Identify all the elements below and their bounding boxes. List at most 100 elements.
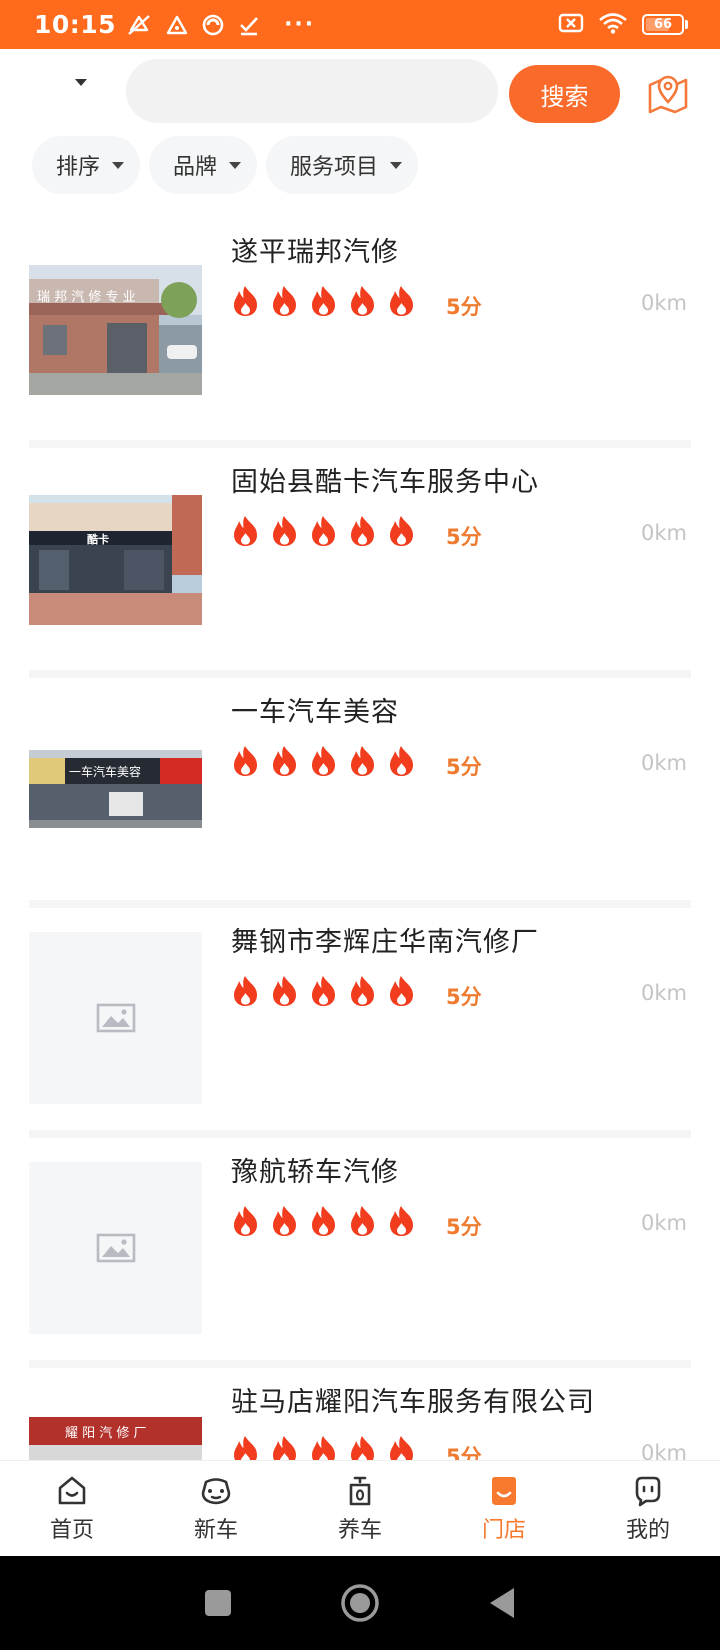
store-icon [487,1474,521,1508]
filter-label: 服务项目 [290,155,379,180]
flame-icon [309,745,338,777]
shop-distance: 0km [641,1441,687,1460]
shop-distance: 0km [641,981,687,1005]
back-button[interactable] [487,1586,517,1620]
flame-icon [387,515,416,547]
filter-bar: 排序 品牌 服务项目 [32,136,419,194]
sync-icon [202,14,224,36]
image-placeholder [29,932,202,1104]
shop-distance: 0km [641,1211,687,1235]
nav-home[interactable]: 首页 [0,1461,144,1556]
shop-distance: 0km [641,291,687,315]
shop-score: 5分 [446,1215,482,1239]
image-placeholder-icon [96,1233,135,1263]
rating-flames [231,285,416,317]
nav-label: 门店 [481,1517,526,1543]
shop-photo-sign: 耀 阳 汽 修 厂 [65,1426,147,1441]
shop-score: 5分 [446,295,482,319]
nav-new-car[interactable]: 新车 [144,1461,288,1556]
bottom-nav: 首页 新车 养车 门店 我的 [0,1461,720,1556]
profile-icon [631,1474,665,1508]
recent-apps-button[interactable] [203,1588,233,1618]
caret-down-icon [112,161,125,169]
divider [29,670,691,678]
flame-icon [387,1205,416,1237]
nav-store[interactable]: 门店 [432,1461,576,1556]
map-location-icon[interactable] [646,71,690,115]
flame-icon [270,285,299,317]
search-button[interactable]: 搜索 [509,65,620,123]
divider [29,440,691,448]
nav-label: 养车 [337,1517,382,1543]
rating-flames [231,1205,416,1237]
rating-flames [231,975,416,1007]
search-input[interactable] [126,59,498,123]
flame-icon [270,745,299,777]
shop-item[interactable]: 酷卡 固始县酷卡汽车服务中心 5分 0km [0,460,720,690]
flame-icon [348,745,377,777]
home-button[interactable] [340,1583,380,1623]
shop-name: 驻马店耀阳汽车服务有限公司 [231,1387,595,1418]
shop-name: 固始县酷卡汽车服务中心 [231,467,539,498]
shop-item[interactable]: 舞钢市李辉庄华南汽修厂 5分 0km [0,920,720,1150]
system-nav-bar [0,1556,720,1650]
mute-icon [126,14,152,36]
no-sim-icon [558,12,584,38]
image-placeholder [29,1162,202,1334]
home-icon [55,1474,89,1508]
flame-icon [231,285,260,317]
filter-sort[interactable]: 排序 [32,136,141,194]
filter-label: 品牌 [173,155,218,180]
nav-profile[interactable]: 我的 [576,1461,720,1556]
status-system-icons: 66 [558,12,688,38]
flame-icon [348,975,377,1007]
shop-item[interactable]: 一车汽车美容 一车汽车美容 5分 0km [0,690,720,920]
rating-flames [231,1435,416,1460]
nav-car-care[interactable]: 养车 [288,1461,432,1556]
flame-icon [387,285,416,317]
flame-icon [348,515,377,547]
more-notifications: ··· [284,12,316,37]
nav-label: 首页 [49,1517,94,1543]
nav-label: 我的 [625,1517,670,1543]
filter-label: 排序 [56,155,101,180]
divider [29,1360,691,1368]
battery-level: 66 [653,17,673,32]
flame-icon [231,975,260,1007]
search-bar: 搜索 [0,49,720,135]
city-dropdown-caret-icon[interactable] [75,79,87,86]
flame-icon [270,515,299,547]
shop-item[interactable]: 耀 阳 汽 修 厂 驻马店耀阳汽车服务有限公司 5分 0km [0,1380,720,1460]
flame-icon [309,975,338,1007]
shop-list: 瑞 邦 汽 修 专 业 遂平瑞邦汽修 5分 0km 酷卡 固始县酷卡汽车服务中心… [0,230,720,1460]
nav-label: 新车 [193,1517,238,1543]
flame-icon [387,745,416,777]
shop-name: 一车汽车美容 [231,697,399,728]
shop-item[interactable]: 瑞 邦 汽 修 专 业 遂平瑞邦汽修 5分 0km [0,230,720,460]
status-notification-icons: ··· [126,12,315,37]
shop-score: 5分 [446,1445,482,1460]
shop-photo: 耀 阳 汽 修 厂 [29,1417,202,1460]
flame-icon [231,515,260,547]
flame-icon [231,1435,260,1460]
flame-icon [309,1205,338,1237]
car-care-icon [343,1474,377,1508]
shop-photo: 酷卡 [29,495,202,625]
shop-name: 豫航轿车汽修 [231,1157,399,1188]
flame-icon [231,1205,260,1237]
flame-icon [387,975,416,1007]
flame-icon [270,1435,299,1460]
filter-service[interactable]: 服务项目 [266,136,419,194]
shop-photo-sign: 瑞 邦 汽 修 专 业 [37,290,136,305]
alert-triangle-icon [166,15,188,35]
flame-icon [270,975,299,1007]
new-car-icon [199,1474,233,1508]
shop-item[interactable]: 豫航轿车汽修 5分 0km [0,1150,720,1380]
caret-down-icon [229,161,242,169]
flame-icon [387,1435,416,1460]
rating-flames [231,515,416,547]
shop-photo: 瑞 邦 汽 修 专 业 [29,265,202,395]
shop-name: 舞钢市李辉庄华南汽修厂 [231,927,539,958]
status-time: 10:15 [34,10,117,39]
filter-brand[interactable]: 品牌 [149,136,258,194]
